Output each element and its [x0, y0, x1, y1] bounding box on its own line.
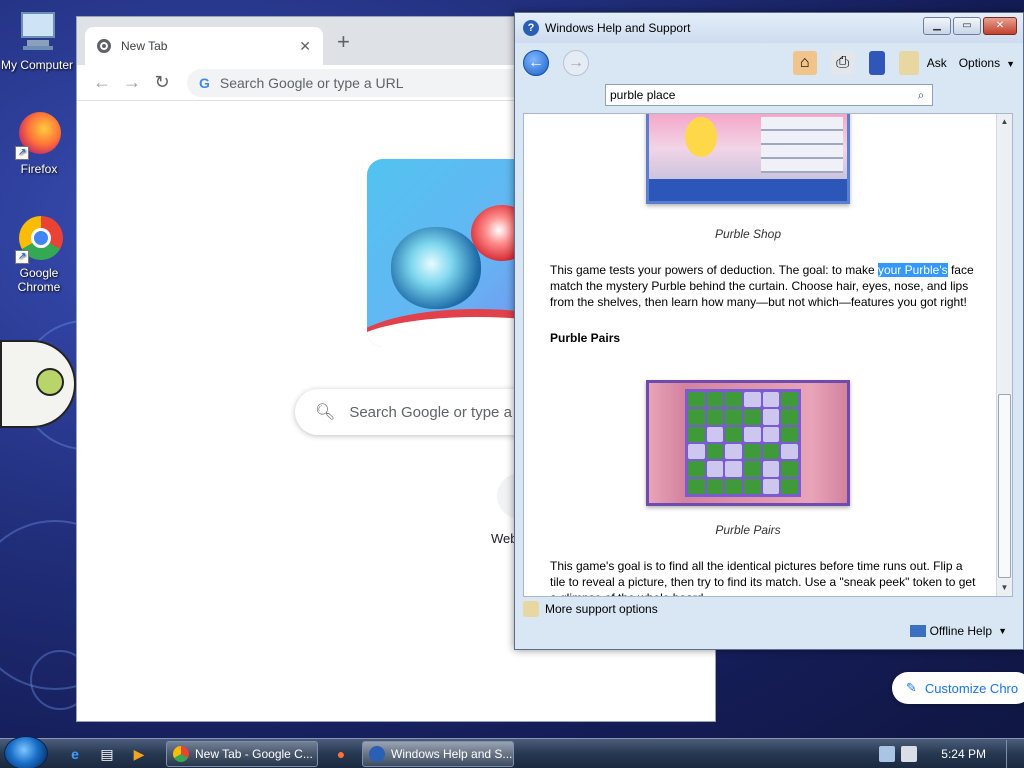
home-icon[interactable]: ⌂ — [792, 51, 817, 75]
pairs-description: This game's goal is to find all the iden… — [550, 559, 976, 596]
desktop-icon-label: My Computer — [0, 58, 74, 72]
help-article: Purble Shop This game tests your powers … — [550, 114, 980, 596]
help-question-icon — [369, 745, 385, 762]
desktop-icon-firefox[interactable]: ↗ Firefox — [2, 112, 76, 176]
customize-chrome-button[interactable]: ✎ Customize Chro — [892, 672, 1024, 704]
tab-title: New Tab — [121, 39, 168, 53]
image-caption: Purble Pairs — [715, 523, 781, 537]
chevron-down-icon: ▼ — [998, 626, 1007, 636]
forward-arrow-icon[interactable]: → — [117, 72, 147, 93]
forward-arrow-icon[interactable]: → — [563, 50, 589, 76]
selected-text: your Purble's — [877, 263, 948, 277]
task-label: Windows Help and S... — [391, 746, 513, 761]
media-player-icon[interactable]: ▶ — [126, 742, 152, 766]
desktop-icon-my-computer[interactable]: My Computer — [0, 8, 74, 72]
omnibox-placeholder: Search Google or type a URL — [219, 74, 404, 91]
desktop-icon-google-chrome[interactable]: ↗ Google Chrome — [2, 216, 76, 294]
more-support-options-link[interactable]: More support options — [523, 601, 658, 617]
offline-help-label: Offline Help — [929, 624, 993, 638]
task-label: New Tab - Google C... — [195, 746, 313, 761]
pencil-icon: ✎ — [906, 680, 917, 695]
shop-description: This game tests your powers of deduction… — [550, 262, 980, 310]
help-article-pane: Purble Shop This game tests your powers … — [523, 113, 1013, 597]
back-arrow-icon[interactable]: ← — [523, 50, 549, 76]
search-placeholder: Search Google or type a — [349, 403, 512, 421]
chrome-icon — [173, 745, 189, 762]
help-toolbar: ← → ⌂ ⎙ Ask Options ▼ — [515, 43, 1023, 83]
scroll-up-icon[interactable]: ▲ — [997, 114, 1012, 130]
help-window: ? Windows Help and Support ▁ ▭ ✕ ← → ⌂ ⎙… — [514, 12, 1024, 650]
desktop-icon-label: Firefox — [20, 162, 58, 176]
options-label: Options — [958, 56, 1001, 70]
ask-people-icon[interactable] — [898, 51, 919, 75]
search-icon[interactable]: ⌕ — [910, 88, 932, 103]
support-people-icon — [523, 601, 539, 617]
vertical-scrollbar[interactable]: ▲ ▼ — [996, 114, 1012, 596]
minimize-button[interactable]: ▁ — [923, 17, 951, 35]
new-tab-button[interactable]: + — [337, 31, 350, 53]
purble-shop-screenshot — [646, 114, 850, 204]
shortcut-arrow-icon: ↗ — [15, 146, 29, 160]
reload-icon[interactable]: ↻ — [147, 72, 177, 93]
tab-close-icon[interactable]: ✕ — [299, 38, 311, 55]
firefox-icon: ↗ — [15, 112, 63, 160]
offline-help-icon — [909, 625, 926, 637]
firefox-icon[interactable]: ● — [328, 742, 354, 766]
pairs-grid — [685, 389, 801, 497]
printer-icon[interactable]: ⎙ — [830, 51, 855, 75]
scrollbar-thumb[interactable] — [998, 394, 1011, 578]
volume-muted-icon[interactable] — [901, 745, 918, 762]
text: This game tests your powers of deduction… — [550, 263, 878, 277]
offline-help-dropdown[interactable]: Offline Help ▼ — [909, 624, 1007, 638]
doodle-blue-stone — [391, 227, 481, 309]
chevron-down-icon: ▼ — [1006, 59, 1015, 69]
clock[interactable]: 5:24 PM — [941, 747, 986, 761]
search-icon: 🔍︎ — [315, 404, 336, 421]
chrome-tab-new-tab[interactable]: New Tab ✕ — [85, 27, 323, 65]
help-search-input[interactable]: purble place ⌕ — [605, 84, 933, 106]
shortcut-arrow-icon: ↗ — [15, 250, 29, 264]
start-button[interactable] — [4, 735, 48, 768]
chrome-icon: ↗ — [15, 216, 63, 264]
options-menu[interactable]: Options ▼ — [959, 56, 1015, 70]
shop-shelf — [761, 117, 843, 173]
image-caption: Purble Shop — [714, 227, 782, 241]
customize-label: Customize Chro — [924, 680, 1019, 696]
google-g-icon: G — [199, 74, 210, 91]
help-search-value: purble place — [610, 88, 676, 102]
shop-bottom-bar — [649, 179, 847, 201]
help-titlebar[interactable]: ? Windows Help and Support ▁ ▭ ✕ — [515, 13, 1023, 43]
explorer-folder-icon[interactable]: ▤ — [94, 742, 120, 766]
purble-character — [685, 117, 717, 157]
chrome-favicon-icon — [97, 39, 111, 53]
section-heading: Purble Pairs — [550, 331, 621, 345]
help-footer: More support options Offline Help ▼ — [523, 599, 1013, 647]
show-desktop-button[interactable] — [1006, 739, 1018, 768]
close-button[interactable]: ✕ — [983, 17, 1017, 35]
purble-pairs-screenshot — [646, 380, 850, 506]
taskbar-chrome-button[interactable]: New Tab - Google C... — [166, 740, 318, 767]
browse-help-book-icon[interactable] — [868, 51, 885, 75]
computer-icon — [13, 8, 61, 56]
system-tray: 5:24 PM — [873, 739, 1024, 768]
internet-explorer-icon[interactable]: e — [62, 742, 88, 766]
desktop-icon-label: Google Chrome — [17, 266, 61, 294]
back-arrow-icon[interactable]: ← — [87, 72, 117, 93]
help-window-title: Windows Help and Support — [545, 21, 691, 35]
scroll-down-icon[interactable]: ▼ — [997, 580, 1012, 596]
taskbar-help-button[interactable]: Windows Help and S... — [362, 740, 514, 767]
ask-button[interactable]: Ask — [927, 56, 947, 70]
taskbar: e ▤ ▶ New Tab - Google C... ● Windows He… — [0, 735, 1024, 768]
maximize-button[interactable]: ▭ — [953, 17, 981, 35]
network-icon[interactable] — [879, 745, 896, 762]
more-support-label: More support options — [545, 602, 658, 616]
help-question-icon: ? — [523, 20, 539, 36]
